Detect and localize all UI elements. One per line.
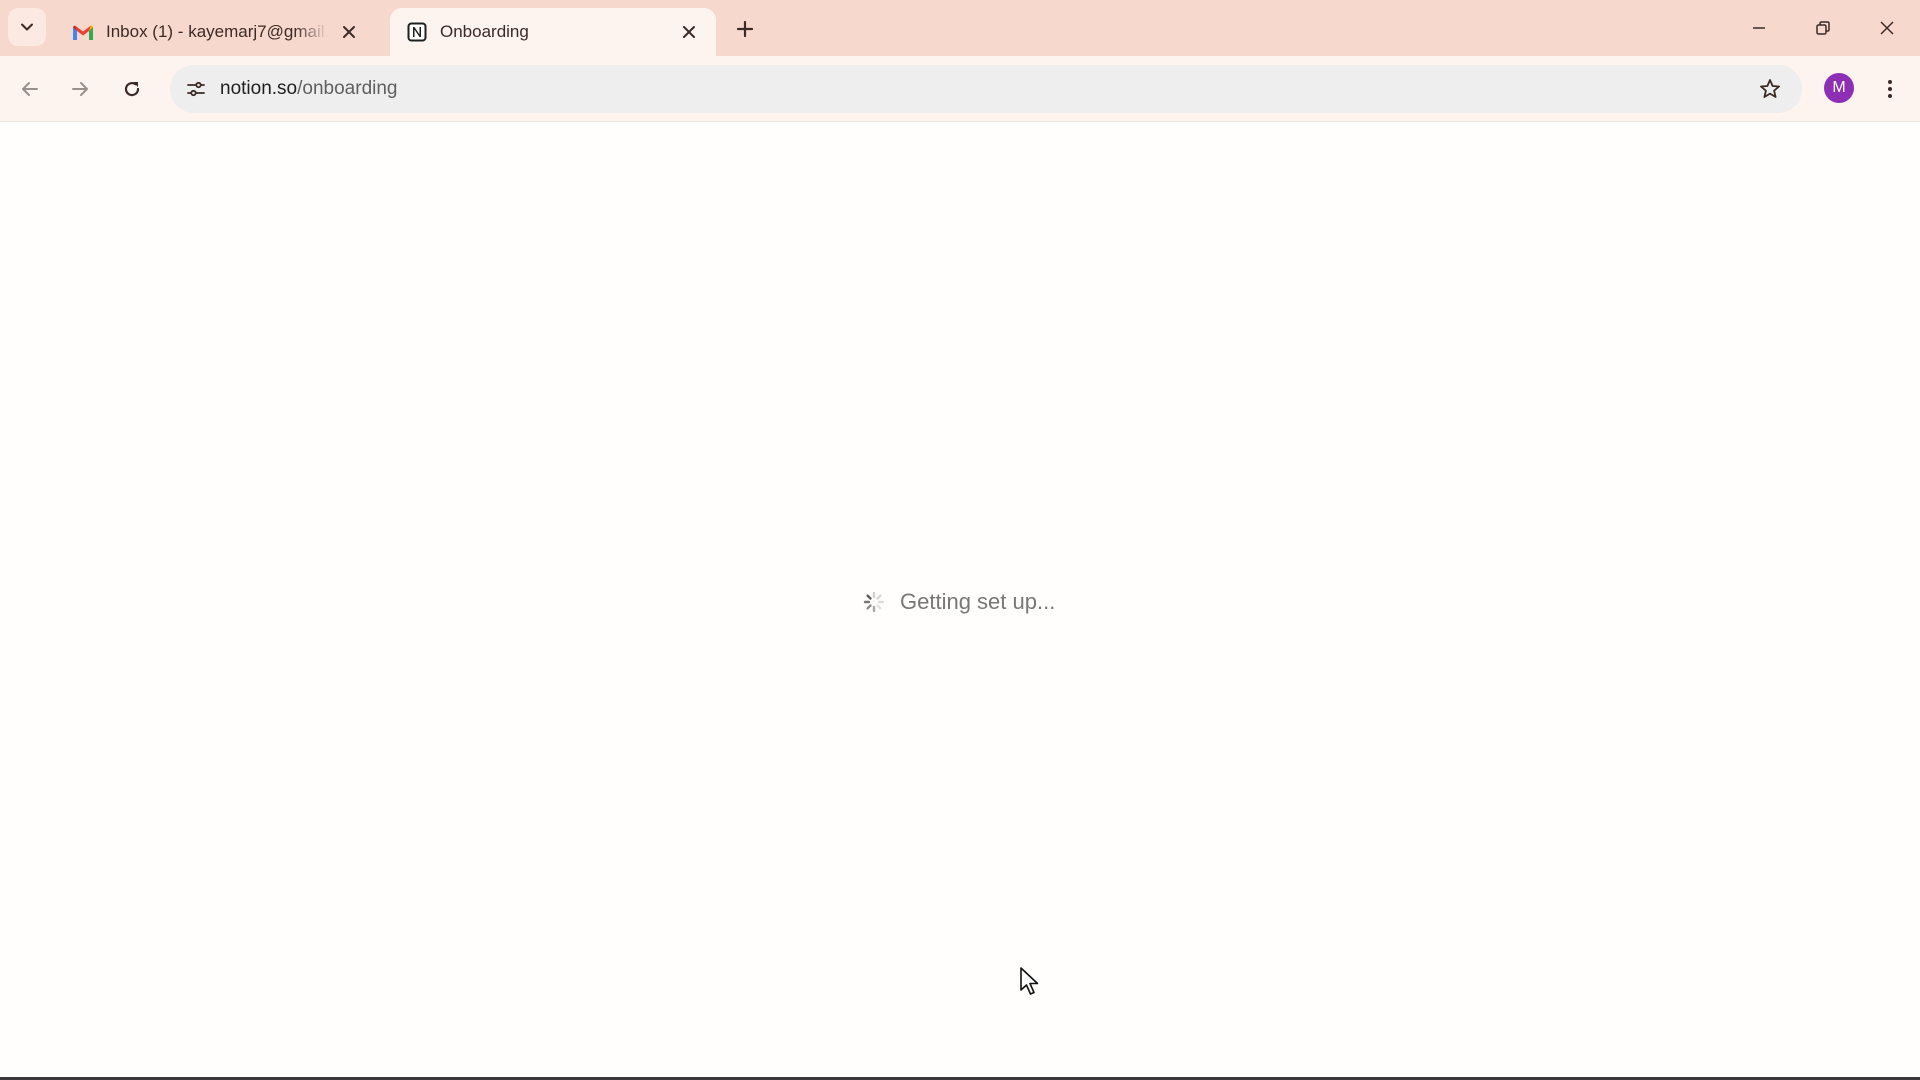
tab-onboarding[interactable]: Onboarding	[390, 8, 716, 56]
tab-search-button[interactable]	[8, 8, 46, 46]
arrow-left-icon	[22, 82, 38, 96]
close-icon	[1880, 21, 1894, 35]
forward-button[interactable]	[60, 69, 100, 109]
bookmark-button[interactable]	[1752, 71, 1788, 107]
loading-text: Getting set up...	[900, 589, 1056, 614]
url-host: notion.so	[220, 78, 298, 99]
plus-icon	[736, 20, 754, 38]
gmail-icon	[72, 21, 94, 43]
close-icon[interactable]	[336, 19, 362, 45]
tune-icon	[187, 81, 205, 97]
more-vert-icon	[1888, 80, 1892, 98]
tab-strip: Inbox (1) - kayemarj7@gmail.com Onboardi…	[0, 0, 1920, 56]
tab-title: Inbox (1) - kayemarj7@gmail.com	[106, 22, 328, 41]
address-bar[interactable]: notion.so/onboarding	[170, 65, 1802, 113]
back-button[interactable]	[10, 69, 50, 109]
loading-indicator: Getting set up...	[862, 586, 1055, 618]
new-tab-button[interactable]	[728, 12, 762, 46]
url-text[interactable]: notion.so/onboarding	[220, 65, 398, 113]
close-window-button[interactable]	[1856, 0, 1918, 56]
tab-gmail[interactable]: Inbox (1) - kayemarj7@gmail.com	[56, 8, 376, 56]
reload-icon	[124, 81, 140, 97]
minimize-icon	[1753, 27, 1765, 29]
minimize-button[interactable]	[1728, 0, 1790, 56]
mouse-cursor-icon	[1020, 967, 1039, 995]
profile-avatar[interactable]: M	[1824, 73, 1854, 103]
site-info-button[interactable]	[178, 71, 214, 107]
browser-toolbar: notion.so/onboarding M	[0, 56, 1920, 122]
chevron-down-icon	[21, 23, 33, 31]
browser-menu-button[interactable]	[1870, 69, 1910, 109]
restore-button[interactable]	[1792, 0, 1854, 56]
tab-title: Onboarding	[440, 22, 529, 41]
star-icon	[1760, 79, 1780, 98]
url-path: /onboarding	[297, 78, 398, 99]
restore-icon	[1816, 21, 1830, 35]
reload-button[interactable]	[112, 69, 152, 109]
spinner-icon	[863, 591, 885, 613]
notion-icon	[406, 21, 428, 43]
arrow-right-icon	[72, 82, 88, 96]
close-icon[interactable]	[676, 19, 702, 45]
